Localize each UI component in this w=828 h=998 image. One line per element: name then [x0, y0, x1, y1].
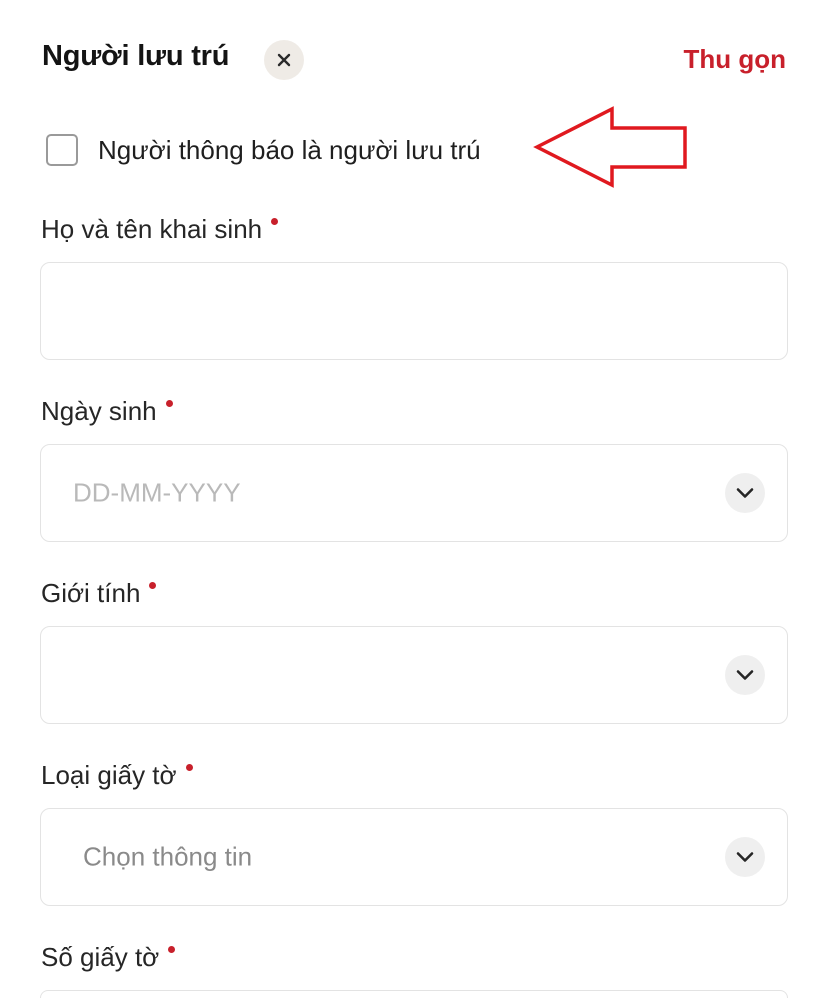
- full-name-label-text: Họ và tên khai sinh: [41, 214, 263, 244]
- chevron-down-icon: [736, 488, 754, 498]
- birth-date-label-text: Ngày sinh: [41, 396, 157, 426]
- required-indicator: [168, 946, 176, 953]
- section-title: Người lưu trú: [42, 40, 230, 72]
- notifier-is-resident-label[interactable]: Người thông báo là người lưu trú: [98, 135, 481, 166]
- notifier-is-resident-row[interactable]: Người thông báo là người lưu trú: [46, 132, 481, 168]
- required-indicator: [185, 764, 193, 771]
- chevron-down-icon: [736, 852, 754, 862]
- gender-label: Giới tính: [41, 578, 157, 609]
- birth-date-placeholder: DD-MM-YYYY: [73, 477, 241, 508]
- document-type-select[interactable]: Chọn thông tin: [40, 808, 788, 906]
- section-header: Người lưu trú Thu gọn: [0, 0, 828, 120]
- document-type-label: Loại giấy tờ: [41, 760, 193, 791]
- required-indicator: [271, 218, 279, 225]
- required-indicator: [149, 582, 157, 589]
- document-number-input[interactable]: [40, 990, 788, 998]
- gender-dropdown-toggle[interactable]: [725, 655, 765, 695]
- full-name-input[interactable]: [40, 262, 788, 360]
- resident-form: Người lưu trú Thu gọn Người thông báo là…: [0, 0, 828, 998]
- full-name-label: Họ và tên khai sinh: [41, 214, 279, 245]
- document-number-label-text: Số giấy tờ: [41, 942, 160, 972]
- gender-select[interactable]: [40, 626, 788, 724]
- remove-resident-button[interactable]: [264, 40, 304, 80]
- required-indicator: [165, 400, 173, 407]
- chevron-down-icon: [736, 670, 754, 680]
- birth-date-dropdown-toggle[interactable]: [725, 473, 765, 513]
- document-type-label-text: Loại giấy tờ: [41, 760, 177, 790]
- document-number-label: Số giấy tờ: [41, 942, 176, 973]
- collapse-button[interactable]: Thu gọn: [683, 44, 786, 75]
- document-type-dropdown-toggle[interactable]: [725, 837, 765, 877]
- document-type-placeholder: Chọn thông tin: [83, 841, 253, 872]
- notifier-is-resident-checkbox[interactable]: [46, 134, 78, 166]
- gender-label-text: Giới tính: [41, 578, 141, 608]
- birth-date-label: Ngày sinh: [41, 396, 173, 427]
- birth-date-select[interactable]: DD-MM-YYYY: [40, 444, 788, 542]
- annotation-arrow-icon: [533, 106, 687, 188]
- close-icon: [277, 53, 291, 67]
